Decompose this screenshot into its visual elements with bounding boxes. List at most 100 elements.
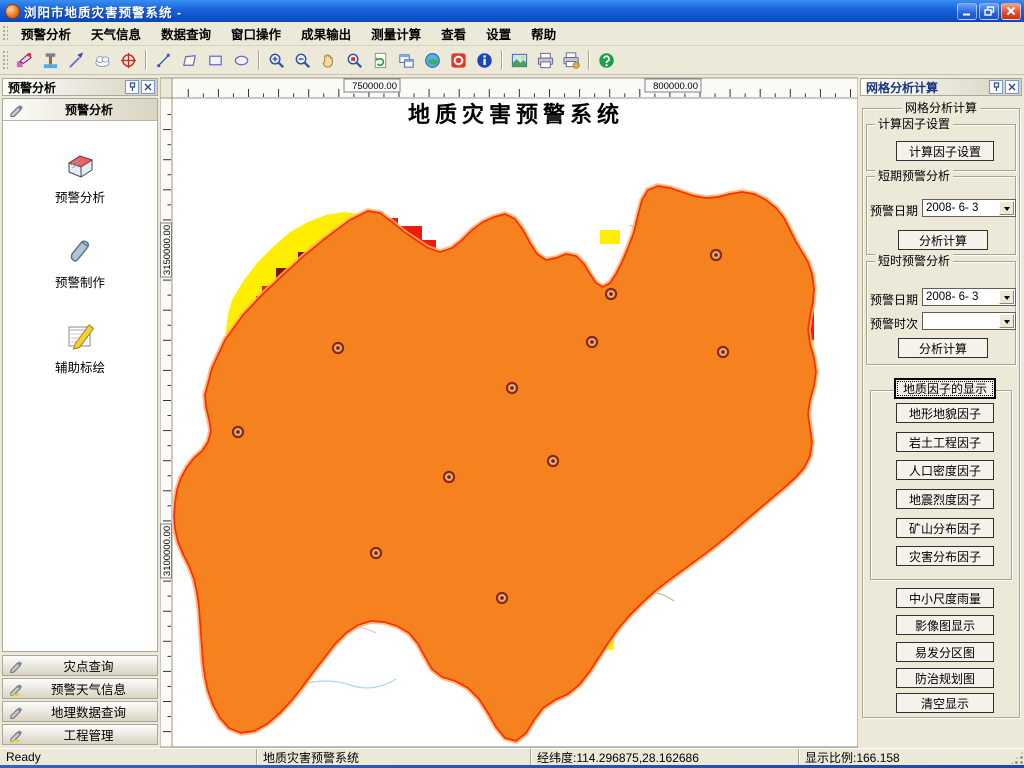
info-button[interactable] [472,48,496,72]
display-option-button-5[interactable]: 清空显示 [896,693,994,713]
factor-button-5[interactable]: 矿山分布因子 [896,518,994,538]
warning-analysis-button[interactable] [12,48,36,72]
hand-pen-yellow-icon [10,729,23,742]
zoom-extent-button[interactable] [342,48,366,72]
print-icon [537,52,553,68]
toolbar-separator [258,50,259,70]
title-bar[interactable]: 浏阳市地质灾害预警系统 - [0,0,1024,22]
short-time-date-combobox[interactable]: 2008- 6- 3 [922,288,1016,306]
menu-item-1[interactable]: 预警分析 [11,21,81,46]
draw-line-icon [156,53,170,67]
close-icon [1006,6,1016,16]
right-panel-close-button[interactable] [1005,80,1019,94]
zoom-out-button[interactable] [290,48,314,72]
menu-item-7[interactable]: 查看 [431,21,476,46]
menu-grip[interactable] [2,25,8,42]
refresh-button[interactable] [368,48,392,72]
factor-button-6[interactable]: 灾害分布因子 [896,546,994,566]
weather-cloud-button[interactable] [90,48,114,72]
menu-bar: 预警分析 天气信息 数据查询 窗口操作 成果输出 测量计算 查看 设置 帮助 [0,22,1024,46]
grid-analysis-group-label: 网格分析计算 [902,101,980,115]
map-canvas[interactable]: 地质灾害预警系统 750000.00 800000.00 3150000.00 … [160,75,858,748]
short-term-date-label: 预警日期 [870,204,919,218]
resize-grip[interactable] [1010,751,1024,765]
display-option-button-3[interactable]: 易发分区图 [896,642,994,662]
draw-ellipse-icon [234,55,248,65]
locate-target-icon [120,52,136,68]
short-term-date-combobox[interactable]: 2008- 6- 3 [922,199,1016,217]
factor-button-4[interactable]: 地震烈度因子 [896,489,994,509]
factor-setting-button[interactable]: 计算因子设置 [896,141,994,161]
short-time-analyze-button[interactable]: 分析计算 [898,338,988,358]
factor-button-2[interactable]: 岩土工程因子 [896,432,994,452]
print-setup-button[interactable] [559,48,583,72]
left-panel-item-3[interactable]: 辅助标绘 [3,317,157,376]
left-panel-bars: 灾点查询 预警天气信息 地理数据查询 工程管理 [2,655,158,747]
menu-item-5[interactable]: 成果输出 [291,21,361,46]
warning-make-button[interactable] [38,48,62,72]
menu-item-2[interactable]: 天气信息 [81,21,151,46]
draw-polygon-icon [182,54,196,66]
factor-button-1[interactable]: 地形地貌因子 [896,403,994,423]
display-option-button-1[interactable]: 中小尺度雨量 [896,588,994,608]
left-panel-close-button[interactable] [141,80,155,94]
toolbar-separator [145,50,146,70]
left-panel-bar-4[interactable]: 工程管理 [2,724,158,745]
short-time-session-combobox[interactable] [922,312,1016,330]
factor-button-3[interactable]: 人口密度因子 [896,460,994,480]
menu-item-4[interactable]: 窗口操作 [221,21,291,46]
plot-dart-button[interactable] [64,48,88,72]
display-option-button-2[interactable]: 影像图显示 [896,615,994,635]
toolbar-grip[interactable] [2,50,8,70]
restore-button[interactable] [979,2,999,20]
draw-polygon-button[interactable] [177,48,201,72]
warning-make-icon [43,52,57,68]
chevron-down-icon[interactable] [999,314,1014,328]
status-scale: 显示比例:166.158 [798,749,1004,765]
pan-hand-icon [322,53,333,68]
globe-button[interactable] [420,48,444,72]
left-panel-section-header[interactable]: 预警分析 [3,99,157,121]
draw-rectangle-button[interactable] [203,48,227,72]
cascade-windows-button[interactable] [394,48,418,72]
draw-rectangle-icon [208,55,222,65]
print-button[interactable] [533,48,557,72]
geology-factor-display-button[interactable]: 地质因子的显示 [894,378,996,399]
left-panel-bar-1[interactable]: 灾点查询 [2,655,158,676]
minimize-button[interactable] [957,2,977,20]
pan-hand-button[interactable] [316,48,340,72]
help-icon [598,52,614,68]
draw-ellipse-button[interactable] [229,48,253,72]
left-panel-pin-button[interactable] [125,80,139,94]
chevron-down-icon[interactable] [999,290,1014,304]
menu-item-9[interactable]: 帮助 [521,21,566,46]
left-panel-item-label: 预警分析 [54,191,105,205]
short-term-group-label: 短期预警分析 [875,169,954,183]
left-panel-item-label: 辅助标绘 [54,361,105,375]
help-button[interactable] [594,48,618,72]
stop-button[interactable] [446,48,470,72]
image-display-icon [511,53,527,67]
map-area[interactable]: 地质灾害预警系统 750000.00 800000.00 3150000.00 … [160,75,858,748]
left-panel-bar-2[interactable]: 预警天气信息 [2,678,158,699]
close-button[interactable] [1001,2,1021,20]
left-panel-bar-3[interactable]: 地理数据查询 [2,701,158,722]
menu-item-6[interactable]: 测量计算 [361,21,431,46]
short-time-date-value: 2008- 6- 3 [926,291,979,303]
cascade-windows-icon [398,53,414,68]
left-panel-item-2[interactable]: 预警制作 [3,232,157,291]
display-option-button-4[interactable]: 防治规划图 [896,668,994,688]
image-display-button[interactable] [507,48,531,72]
zoom-in-button[interactable] [264,48,288,72]
draw-line-button[interactable] [151,48,175,72]
vertical-ruler[interactable] [160,97,173,748]
menu-item-3[interactable]: 数据查询 [151,21,221,46]
short-term-analyze-button[interactable]: 分析计算 [898,230,988,250]
refresh-icon [374,52,386,68]
horizontal-ruler[interactable] [171,77,858,99]
left-panel-item-1[interactable]: 预警分析 [3,147,157,206]
locate-target-button[interactable] [116,48,140,72]
chevron-down-icon[interactable] [999,201,1014,215]
right-panel-pin-button[interactable] [989,80,1003,94]
menu-item-8[interactable]: 设置 [476,21,521,46]
